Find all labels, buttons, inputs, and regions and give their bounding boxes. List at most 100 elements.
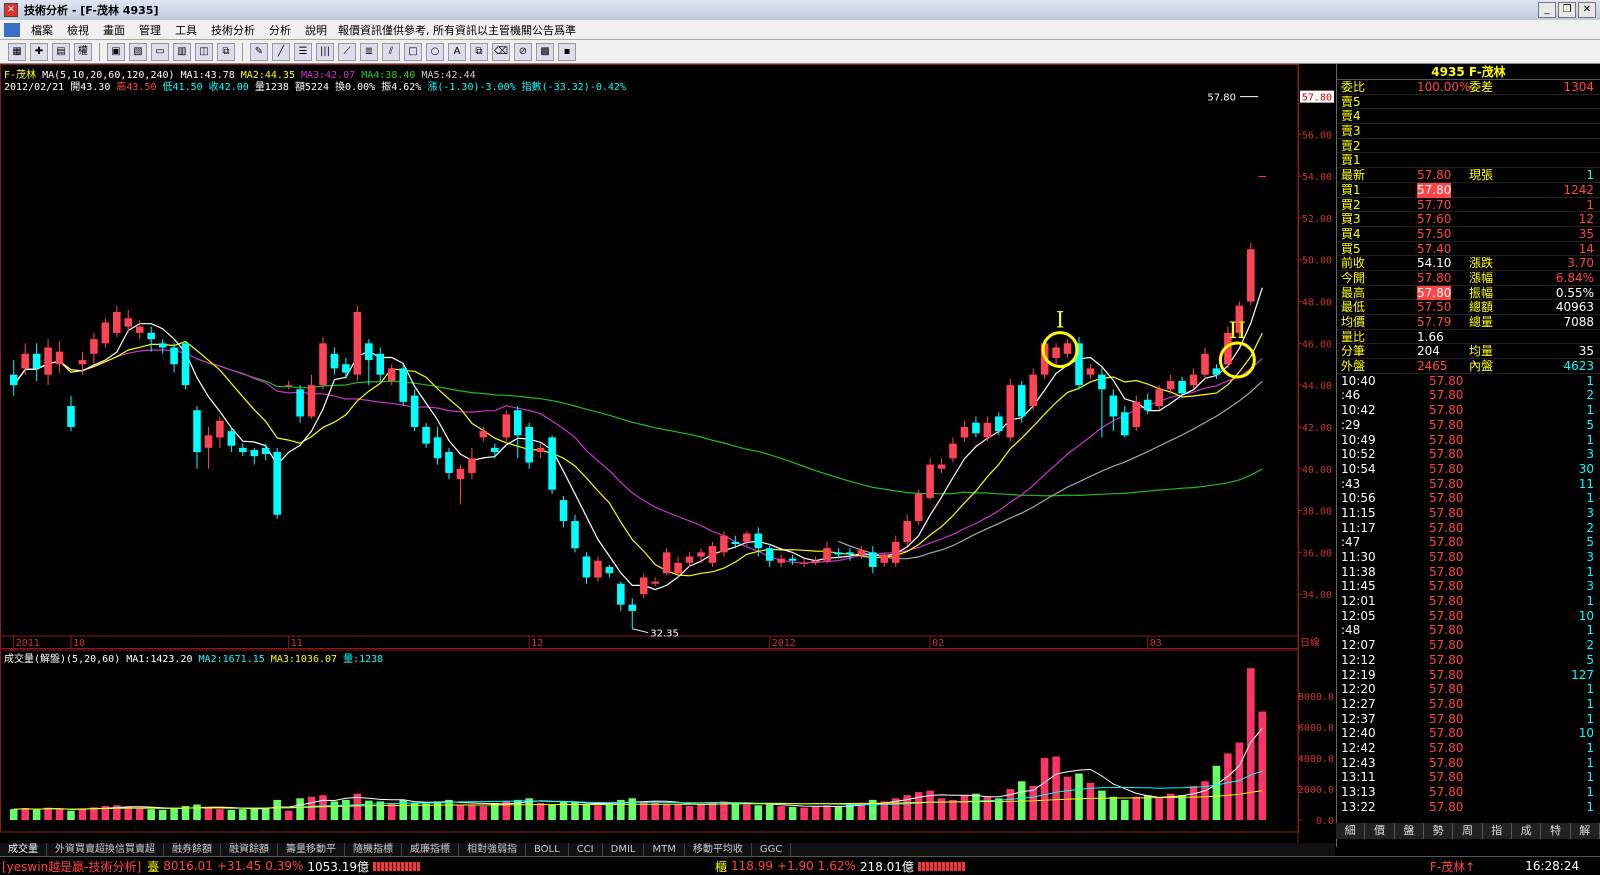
delete-icon[interactable]: ⊘ [514,42,532,61]
chart-icon[interactable]: ▦ [8,42,26,61]
stat-label: 前收 [1341,256,1366,271]
tab-indicator[interactable]: MTM [644,843,685,856]
horizontal-line-icon[interactable]: ☰ [294,42,312,61]
tab-indicator[interactable]: GGC [752,843,792,856]
ellipse-icon[interactable]: ○ [426,42,444,61]
text-icon[interactable]: A [448,42,466,61]
menu-technical[interactable]: 技術分析 [204,22,262,38]
tab-indicator[interactable]: 相對強弱指 [459,843,526,856]
menu-view[interactable]: 檢視 [60,22,96,38]
tab-volume[interactable]: 成 [1512,823,1542,839]
window-icon[interactable]: ▭ [151,42,169,61]
volume-bar [605,802,614,820]
weight-icon[interactable]: 權 [74,42,92,61]
tab-indicator[interactable]: 融資餘額 [221,843,278,856]
restore-icon[interactable]: ❐ [1558,2,1576,18]
tab-trend[interactable]: 勢 [1424,823,1454,839]
trendline-icon[interactable]: ╱ [272,42,290,61]
compare-icon[interactable]: ⧉ [217,42,235,61]
chart-area[interactable]: F-茂林 MA(5,10,20,60,120,240) MA1:43.78 MA… [0,64,1335,847]
tick-price: 57.80 [1429,564,1464,579]
volume-bar [273,799,281,820]
channel-icon[interactable]: ⫽ [382,42,400,61]
price-tick-label: 52.00 [1302,214,1332,225]
candle-body [914,493,923,522]
toolbar-separator [242,42,243,61]
menu-manage[interactable]: 管理 [132,22,168,38]
tick-time: :46 [1341,388,1361,403]
menu-screen[interactable]: 畫面 [96,22,132,38]
tick-list[interactable]: 10:40 57.80 1:46 57.80 2 10:42 57.80 1:29 57.80 5… [1337,374,1600,815]
volume-bar [1121,799,1129,820]
candle-body [1017,385,1026,417]
layout-icon[interactable]: ▤ [52,42,70,61]
volume-bar [662,803,671,820]
menu-tools[interactable]: 工具 [168,22,204,38]
candle-body [376,353,385,375]
stat-label: 均量 [1469,344,1494,359]
picture-icon[interactable]: ▧ [129,42,147,61]
tab-indicator[interactable]: CCI [569,843,603,856]
copy-icon[interactable]: ⧉ [470,42,488,61]
period-label: 日線 [1300,636,1320,649]
tab-indicator[interactable]: 威廉指標 [402,843,459,856]
draw-icon[interactable]: ✎ [250,42,268,61]
export-icon[interactable]: ▣ [107,42,125,61]
crosshair-icon[interactable]: ✚ [30,42,48,61]
tab-special[interactable]: 特 [1541,823,1571,839]
rectangle-icon[interactable]: □ [404,42,422,61]
tick-price: 57.80 [1429,505,1464,520]
volume-bar [21,808,29,820]
tab-price[interactable]: 價 [1365,823,1395,839]
tab-indicator[interactable]: 融券餘額 [164,843,221,856]
volume-bar [960,795,969,820]
tab-indicator[interactable]: 移動平均收 [685,843,752,856]
volume-bar [433,801,442,820]
tab-analysis[interactable]: 解 [1571,823,1600,839]
fibonacci-icon[interactable]: ≣ [360,42,378,61]
tick-row: 12:37 57.80 1 [1337,712,1600,727]
color-icon[interactable]: ▩ [536,42,554,61]
candlestick-chart[interactable]: 56.00 54.00 52.00 50.00 48.00 46.00 44.00 42.00… [0,64,1335,847]
stat-label: 外盤 [1341,359,1366,374]
menu-help[interactable]: 說明 [298,22,334,38]
vertical-line-icon[interactable]: ||| [316,42,334,61]
tab-indicator[interactable]: 外資買賣超換信買賣超 [47,843,164,856]
volume-bar [949,799,957,820]
tab-index[interactable]: 指 [1483,823,1512,839]
volume-bar [834,806,843,820]
tab-book[interactable]: 盤 [1395,823,1424,839]
tab-indicator[interactable]: 籌量移動平 [278,843,345,856]
menu-analysis[interactable]: 分析 [262,22,298,38]
volume-bar [743,804,751,820]
tab-detail[interactable]: 細 [1336,823,1366,839]
tick-qty: 1 [1586,564,1594,579]
tick-price: 57.80 [1429,520,1464,535]
price-tick-label: 36.00 [1302,548,1332,559]
candle-body [479,431,488,438]
tab-indicator[interactable]: 成交量 [0,843,47,856]
fan-icon[interactable]: ⟋ [338,42,356,61]
bar-chart-icon[interactable]: ▥ [173,42,191,61]
tick-price: 57.80 [1429,740,1464,755]
bid-qty: 12 [1578,212,1594,227]
tab-indicator[interactable]: BOLL [526,843,569,856]
minimize-icon[interactable]: _ [1538,2,1556,18]
tab-indicator[interactable]: 隨機指標 [345,843,402,856]
candle-body [720,535,728,553]
menu-file[interactable]: 檔案 [24,22,60,38]
tab-week[interactable]: 周 [1453,823,1483,839]
latest-row: 最新 57.80 現張 1 [1337,168,1600,183]
volume-bar [135,807,144,820]
candle-body [880,554,889,563]
close-icon[interactable]: ✕ [1578,2,1596,18]
candle-body [468,458,476,473]
candle-body [960,426,969,438]
volume-bar [1212,765,1221,820]
split-view-icon[interactable]: ◫ [195,42,213,61]
tab-indicator[interactable]: DMIL [603,843,645,856]
tick-qty: 3 [1586,579,1594,594]
eraser-icon[interactable]: ⌫ [492,42,510,61]
tick-qty: 10 [1578,608,1594,623]
save-icon[interactable]: ▪ [558,42,576,61]
